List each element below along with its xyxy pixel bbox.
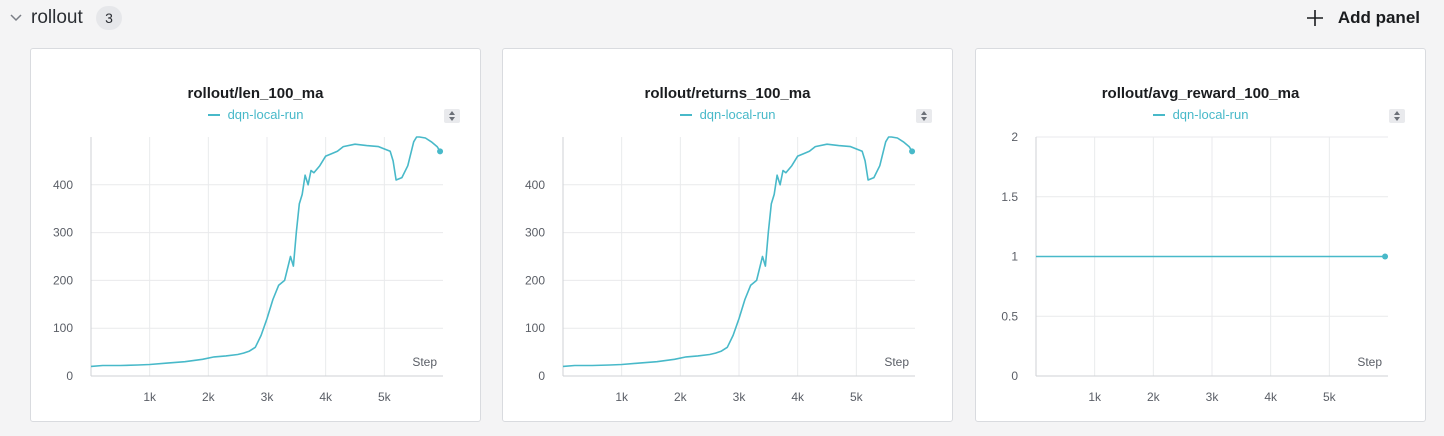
x-tick-label: 4k bbox=[319, 390, 333, 404]
chart-panel-len[interactable]: rollout/len_100_ma dqn-local-run 0 100 200… bbox=[30, 48, 481, 422]
y-tick-label: 100 bbox=[525, 321, 545, 335]
chart-plot: 0 100 200 300 400 1k 2k 3k 4k 5k Step bbox=[525, 136, 916, 404]
y-tick-label: 1 bbox=[1011, 250, 1018, 264]
x-tick-label: 1k bbox=[143, 390, 157, 404]
y-tick-label: 0.5 bbox=[1001, 309, 1018, 323]
y-tick-label: 300 bbox=[53, 226, 73, 240]
chart-panel-avg-reward[interactable]: rollout/avg_reward_100_ma dqn-local-run … bbox=[975, 48, 1426, 422]
add-panel-button[interactable]: Add panel bbox=[1306, 4, 1420, 32]
x-axis-label: Step bbox=[884, 355, 909, 369]
chart-plot: 0 0.5 1 1.5 2 1k 2k 3k 4k 5k Step bbox=[1001, 130, 1389, 404]
series-end-point[interactable] bbox=[909, 148, 916, 155]
y-tick-label: 400 bbox=[525, 178, 545, 192]
series-line[interactable] bbox=[90, 136, 441, 368]
y-tick-label: 100 bbox=[53, 321, 73, 335]
x-tick-label: 4k bbox=[791, 390, 805, 404]
y-tick-label: 0 bbox=[538, 369, 545, 383]
x-tick-label: 1k bbox=[1088, 390, 1102, 404]
y-tick-label: 400 bbox=[53, 178, 73, 192]
x-tick-label: 5k bbox=[1323, 390, 1337, 404]
y-tick-label: 2 bbox=[1011, 130, 1018, 144]
y-tick-label: 300 bbox=[525, 226, 545, 240]
y-tick-label: 200 bbox=[525, 273, 545, 287]
chart-panel-returns[interactable]: rollout/returns_100_ma dqn-local-run 0 10… bbox=[502, 48, 953, 422]
chevron-down-icon[interactable] bbox=[9, 11, 23, 25]
y-tick-label: 0 bbox=[1011, 369, 1018, 383]
series-end-point[interactable] bbox=[1382, 253, 1389, 260]
x-tick-label: 2k bbox=[674, 390, 688, 404]
y-tick-label: 1.5 bbox=[1001, 190, 1018, 204]
x-tick-label: 3k bbox=[261, 390, 275, 404]
plus-icon bbox=[1306, 10, 1323, 26]
series-line[interactable] bbox=[562, 136, 913, 368]
x-tick-label: 1k bbox=[615, 390, 629, 404]
x-tick-label: 4k bbox=[1264, 390, 1278, 404]
x-tick-label: 3k bbox=[1206, 390, 1220, 404]
panel-count-badge: 3 bbox=[96, 6, 122, 30]
x-axis-label: Step bbox=[1357, 355, 1382, 369]
y-tick-label: 200 bbox=[53, 273, 73, 287]
x-tick-label: 3k bbox=[733, 390, 747, 404]
section-header: rollout 3 Add panel bbox=[0, 0, 1444, 40]
chart-plot: 0 100 200 300 400 1k 2k 3k 4k 5k Step bbox=[53, 136, 444, 404]
y-tick-label: 0 bbox=[66, 369, 73, 383]
x-tick-label: 2k bbox=[202, 390, 216, 404]
x-axis-label: Step bbox=[412, 355, 437, 369]
x-tick-label: 5k bbox=[850, 390, 864, 404]
add-panel-label: Add panel bbox=[1337, 8, 1420, 27]
section-title[interactable]: rollout bbox=[31, 7, 83, 29]
series-end-point[interactable] bbox=[437, 148, 444, 155]
x-tick-label: 2k bbox=[1147, 390, 1161, 404]
x-tick-label: 5k bbox=[378, 390, 392, 404]
